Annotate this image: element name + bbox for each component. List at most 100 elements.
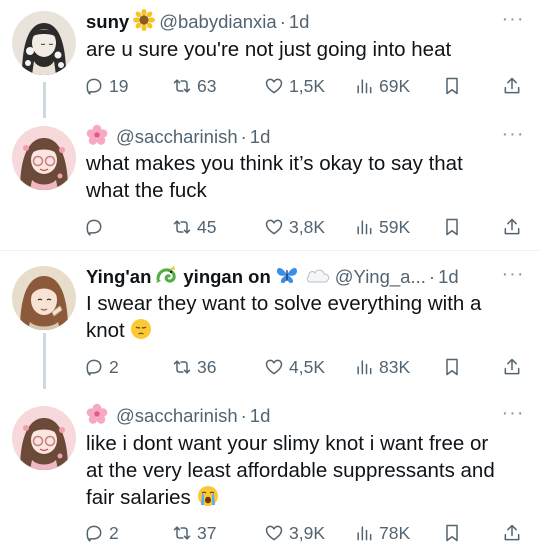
timestamp[interactable]: 1d	[289, 11, 310, 33]
loudly-crying-face-emoji-icon	[197, 485, 219, 514]
like-icon	[265, 359, 283, 375]
bookmark-button[interactable]	[442, 520, 462, 546]
bookmark-icon	[446, 218, 458, 236]
tweet-text-line-wrap: knot	[86, 317, 520, 347]
more-options-button[interactable]: ···	[500, 264, 526, 287]
display-name[interactable]: Ying'an	[86, 266, 151, 288]
reply-icon	[86, 525, 102, 542]
avatar[interactable]	[12, 126, 76, 190]
timestamp[interactable]: 1d	[250, 126, 271, 148]
retweet-button[interactable]: 63	[172, 73, 216, 99]
share-button[interactable]	[502, 354, 522, 380]
tweet-yingan[interactable]: Ying'an yingan on @Ying_a... · 1d ··· I …	[0, 252, 540, 390]
display-name-suffix[interactable]: yingan on	[183, 266, 270, 288]
reply-icon	[86, 359, 102, 376]
retweet-icon	[173, 360, 191, 374]
views-button[interactable]: 59K	[354, 214, 410, 240]
views-count: 69K	[379, 75, 411, 96]
bookmark-icon	[446, 77, 458, 95]
like-button[interactable]: 4,5K	[264, 354, 325, 380]
views-icon	[357, 526, 372, 541]
share-icon	[504, 218, 520, 235]
views-button[interactable]: 69K	[354, 73, 410, 99]
retweet-icon	[173, 526, 191, 540]
display-name[interactable]: suny	[86, 11, 129, 33]
reply-button[interactable]: 19	[84, 73, 128, 99]
tweet-text-line: fair salaries	[86, 486, 191, 509]
butterfly-emoji-icon	[275, 265, 299, 290]
views-button[interactable]: 78K	[354, 520, 410, 546]
more-options-button[interactable]: ···	[500, 124, 526, 147]
share-icon	[504, 358, 520, 375]
tweet-text-line: what makes you think it’s okay to say th…	[86, 152, 463, 175]
tweet-saccharinish[interactable]: @saccharinish · 1d ··· what makes you th…	[0, 120, 540, 250]
bookmark-button[interactable]	[442, 354, 462, 380]
bookmark-icon	[446, 358, 458, 376]
like-button[interactable]: 3,9K	[264, 520, 325, 546]
dragon-emoji-icon	[155, 264, 179, 290]
action-bar: 19 63 1,5K 69K	[84, 73, 530, 99]
bookmark-button[interactable]	[442, 73, 462, 99]
like-count: 3,8K	[289, 216, 325, 237]
like-button[interactable]: 3,8K	[264, 214, 325, 240]
reply-button[interactable]: 2	[84, 354, 119, 380]
cherry-blossom-emoji-icon	[86, 403, 108, 429]
timestamp[interactable]: 1d	[250, 405, 271, 427]
separator-dot: ·	[240, 126, 247, 147]
views-count: 78K	[379, 522, 411, 543]
like-count: 1,5K	[289, 75, 325, 96]
retweet-icon	[173, 220, 191, 234]
retweet-button[interactable]: 45	[172, 214, 216, 240]
tweet-text: are u sure you're not just going into he…	[86, 36, 520, 63]
handle[interactable]: @saccharinish	[116, 126, 238, 148]
share-button[interactable]	[502, 214, 522, 240]
share-button[interactable]	[502, 520, 522, 546]
views-button[interactable]: 83K	[354, 354, 410, 380]
more-options-button[interactable]: ···	[500, 403, 526, 426]
share-button[interactable]	[502, 73, 522, 99]
pensive-face-emoji-icon	[130, 318, 152, 347]
reply-count: 19	[109, 75, 129, 96]
tweet-suny[interactable]: suny @babydianxia · 1d ··· are u sure yo…	[0, 0, 540, 120]
like-icon	[265, 219, 283, 235]
handle[interactable]: @Ying_a...	[335, 266, 426, 288]
tweet-text: I swear they want to solve everything wi…	[86, 290, 520, 347]
action-bar: 2 37 3,9K 78K	[84, 520, 530, 546]
views-count: 83K	[379, 356, 411, 377]
tweet-text-line: at the very least affordable suppressant…	[86, 459, 495, 482]
handle[interactable]: @babydianxia	[159, 11, 277, 33]
tweet-saccharinish-2[interactable]: @saccharinish · 1d ··· like i dont want …	[0, 390, 540, 551]
action-bar: 2 36 4,5K 83K	[84, 354, 530, 380]
reply-count: 2	[109, 522, 119, 543]
avatar[interactable]	[12, 406, 76, 470]
reply-button[interactable]	[84, 214, 109, 240]
bookmark-icon	[446, 524, 458, 542]
sunflower-emoji-icon	[133, 9, 156, 35]
tweet-divider	[0, 250, 540, 251]
tweet-text: what makes you think it’s okay to say th…	[86, 150, 520, 204]
like-count: 4,5K	[289, 356, 325, 377]
like-button[interactable]: 1,5K	[264, 73, 325, 99]
retweet-count: 36	[197, 356, 217, 377]
tweet-header: Ying'an yingan on @Ying_a... · 1d	[86, 264, 500, 290]
retweet-count: 63	[197, 75, 217, 96]
views-icon	[357, 360, 372, 375]
reply-button[interactable]: 2	[84, 520, 119, 546]
tweet-text-line-wrap: fair salaries	[86, 484, 520, 514]
separator-dot: ·	[240, 405, 247, 426]
more-options-button[interactable]: ···	[500, 9, 526, 32]
timestamp[interactable]: 1d	[438, 266, 459, 288]
views-count: 59K	[379, 216, 411, 237]
handle[interactable]: @saccharinish	[116, 405, 238, 427]
avatar[interactable]	[12, 11, 76, 75]
retweet-button[interactable]: 37	[172, 520, 216, 546]
reply-icon	[86, 78, 102, 95]
avatar[interactable]	[12, 266, 76, 330]
views-icon	[357, 220, 372, 235]
retweet-button[interactable]: 36	[172, 354, 216, 380]
tweet-text-line: like i dont want your slimy knot i want …	[86, 432, 489, 455]
views-icon	[357, 79, 372, 94]
bookmark-button[interactable]	[442, 214, 462, 240]
cloud-emoji-icon	[305, 266, 331, 289]
reply-count: 2	[109, 356, 119, 377]
